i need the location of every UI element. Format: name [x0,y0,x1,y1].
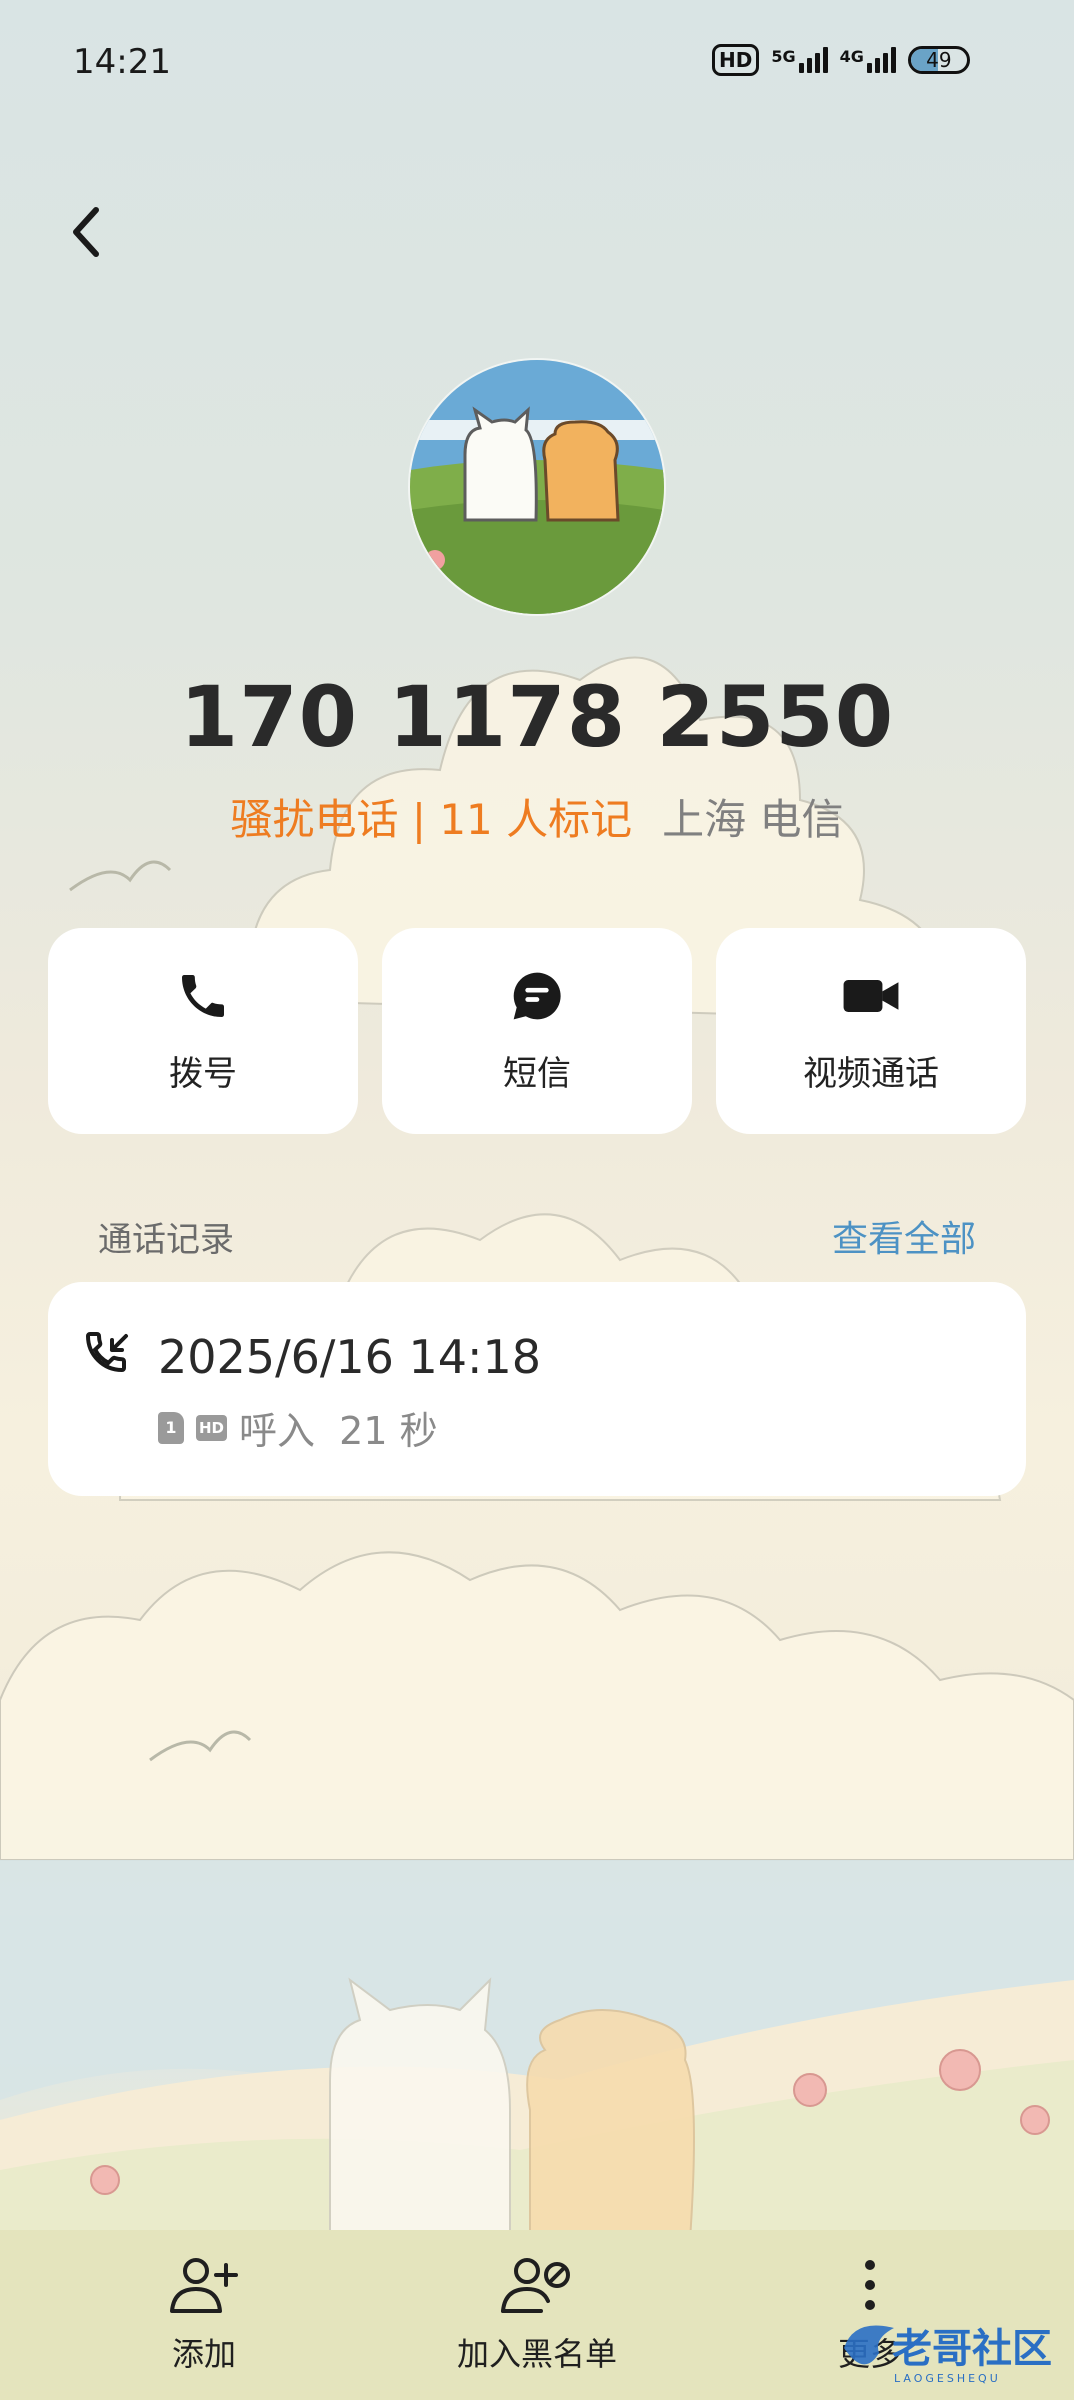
add-contact-button[interactable]: 添加 [104,2230,304,2400]
battery-level: 49 [926,48,952,72]
number-info: 骚扰电话 | 11 人标记 上海 电信 [0,786,1074,847]
phone-number: 170 1178 2550 [179,668,895,766]
block-person-icon [501,2258,570,2313]
see-all-link[interactable]: 查看全部 [832,1210,976,1262]
svg-text:LAOGESHEQU: LAOGESHEQU [894,2372,1001,2385]
video-camera-icon [843,979,899,1012]
back-button[interactable] [62,200,110,264]
hd-call-icon: HD [196,1414,228,1441]
avatar[interactable] [410,360,664,614]
watermark-text: 老哥社区 [892,2326,1052,2372]
call-direction-duration: 呼入 21 秒 [239,1409,438,1453]
hd-voice-icon: HD [712,44,760,76]
spam-label: 骚扰电话 | 11 人标记 [230,795,633,844]
add-person-icon [170,2258,238,2313]
location-label: 上海 电信 [662,795,844,844]
block-number-label: 加入黑名单 [456,2335,617,2373]
sim1-signal-icon: 5G [771,47,828,73]
call-log-entry[interactable]: 2025/6/16 14:18 1 HD 呼入 21 秒 [48,1282,1026,1496]
call-datetime: 2025/6/16 14:18 [158,1330,542,1384]
sms-label: 短信 [503,1053,571,1094]
phone-icon [182,974,224,1017]
block-number-button[interactable]: 加入黑名单 [437,2230,637,2400]
watermark-logo: 老哥社区 LAOGESHEQU [834,2308,1064,2388]
video-call-label: 视频通话 [803,1053,939,1094]
sim2-signal-icon: 4G [840,47,896,73]
video-call-button[interactable]: 视频通话 [716,928,1026,1134]
status-icons: HD 5G 4G 49 [712,40,970,80]
call-log-title: 通话记录 [98,1220,234,1260]
sim1-network-label: 5G [771,47,796,66]
call-label: 拨号 [169,1053,237,1094]
call-button[interactable]: 拨号 [48,928,358,1134]
more-vertical-icon [865,2260,875,2310]
sms-button[interactable]: 短信 [382,928,692,1134]
add-contact-label: 添加 [171,2335,236,2373]
message-icon [513,972,561,1019]
chevron-left-icon [73,207,99,257]
incoming-call-icon [85,1332,128,1373]
avatar-image [410,360,664,614]
status-time: 14:21 [73,42,171,82]
sim-card-icon: 1 [158,1411,184,1444]
battery-icon: 49 [907,46,970,74]
sim2-network-label: 4G [839,47,864,66]
call-details: 1 HD 呼入 21 秒 [158,1400,438,1455]
